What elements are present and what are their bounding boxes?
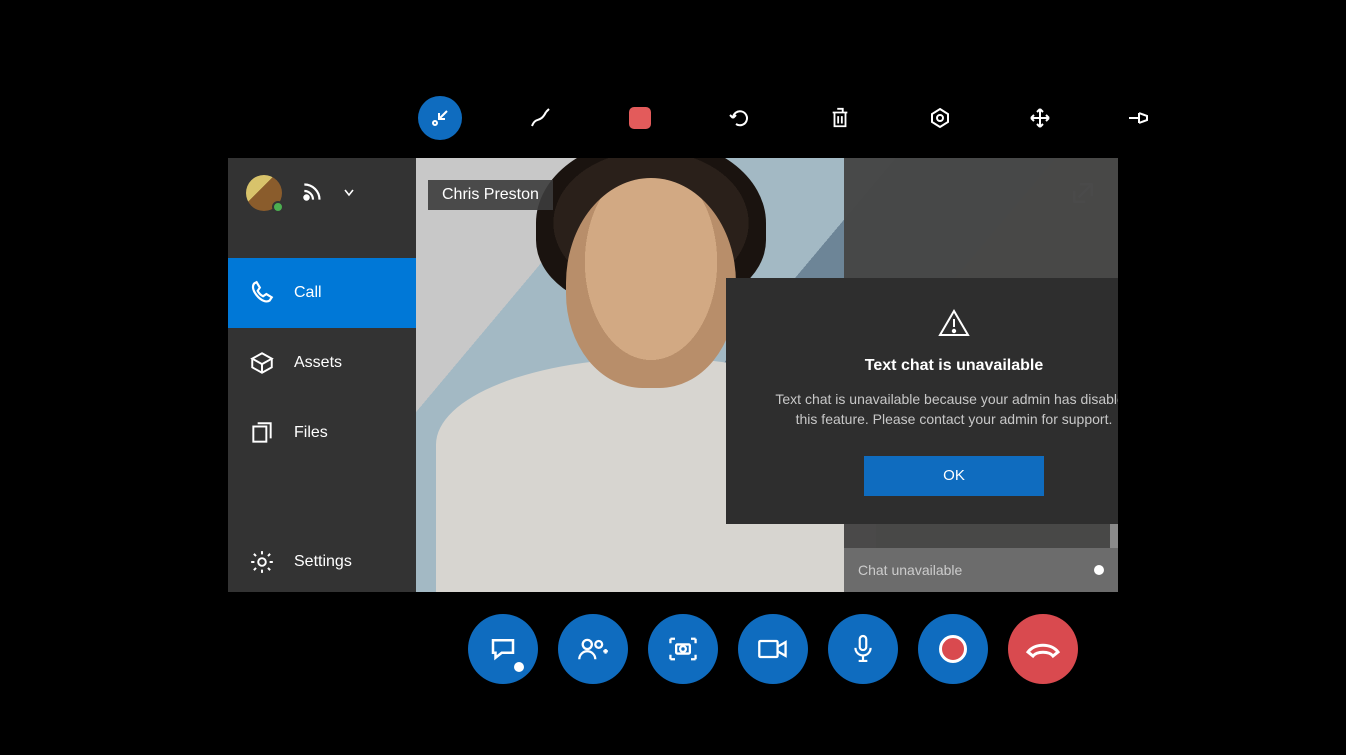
annotation-toolbar xyxy=(418,96,1162,140)
chat-input-placeholder[interactable]: Chat unavailable xyxy=(858,562,962,578)
cube-icon xyxy=(248,349,276,377)
delete-tool-button[interactable] xyxy=(818,96,862,140)
chat-input-row: Chat unavailable xyxy=(844,548,1118,592)
sidebar-item-call[interactable]: Call xyxy=(228,258,416,328)
signal-icon[interactable] xyxy=(300,178,326,209)
pen-tool-button[interactable] xyxy=(518,96,562,140)
sidebar-item-assets[interactable]: Assets xyxy=(228,328,416,398)
mic-button[interactable] xyxy=(828,614,898,684)
files-icon xyxy=(248,419,276,447)
record-tool-button[interactable] xyxy=(618,96,662,140)
presence-indicator xyxy=(272,201,284,213)
hangup-button[interactable] xyxy=(1008,614,1078,684)
pin-tool-button[interactable] xyxy=(1118,96,1162,140)
screenshot-button[interactable] xyxy=(648,614,718,684)
sidebar-bottom: Settings xyxy=(228,532,416,592)
record-button[interactable] xyxy=(918,614,988,684)
move-tool-button[interactable] xyxy=(1018,96,1062,140)
modal-ok-button[interactable]: OK xyxy=(864,456,1044,496)
sidebar-item-label: Call xyxy=(294,284,322,302)
warning-icon xyxy=(766,308,1118,343)
chat-send-indicator xyxy=(1094,565,1104,575)
chat-button[interactable] xyxy=(468,614,538,684)
sidebar-item-label: Settings xyxy=(294,553,352,571)
dropdown-caret-icon[interactable] xyxy=(344,184,354,202)
avatar[interactable] xyxy=(246,175,282,211)
add-participant-button[interactable] xyxy=(558,614,628,684)
modal-dialog: Text chat is unavailable Text chat is un… xyxy=(726,278,1118,524)
app-window: Call Assets Files Settings xyxy=(228,158,1118,592)
sidebar-nav: Call Assets Files xyxy=(228,258,416,468)
target-tool-button[interactable] xyxy=(918,96,962,140)
phone-icon xyxy=(248,279,276,307)
sidebar-header xyxy=(228,158,416,228)
call-controls xyxy=(468,614,1078,684)
gear-icon xyxy=(248,548,276,576)
sidebar: Call Assets Files Settings xyxy=(228,158,416,592)
sidebar-item-label: Assets xyxy=(294,354,342,372)
sidebar-item-files[interactable]: Files xyxy=(228,398,416,468)
record-square-icon xyxy=(629,107,651,129)
chat-notification-dot xyxy=(514,662,524,672)
record-circle-icon xyxy=(939,635,967,663)
main-area: Chris Preston PM orking OK? Chat unavail… xyxy=(416,158,1118,592)
sidebar-item-settings[interactable]: Settings xyxy=(228,532,416,592)
modal-title: Text chat is unavailable xyxy=(766,357,1118,375)
sidebar-item-label: Files xyxy=(294,424,328,442)
modal-body: Text chat is unavailable because your ad… xyxy=(766,389,1118,430)
undo-tool-button[interactable] xyxy=(718,96,762,140)
participant-name-tag: Chris Preston xyxy=(428,180,553,210)
minimize-tool-button[interactable] xyxy=(418,96,462,140)
video-button[interactable] xyxy=(738,614,808,684)
participant-name: Chris Preston xyxy=(442,186,539,203)
